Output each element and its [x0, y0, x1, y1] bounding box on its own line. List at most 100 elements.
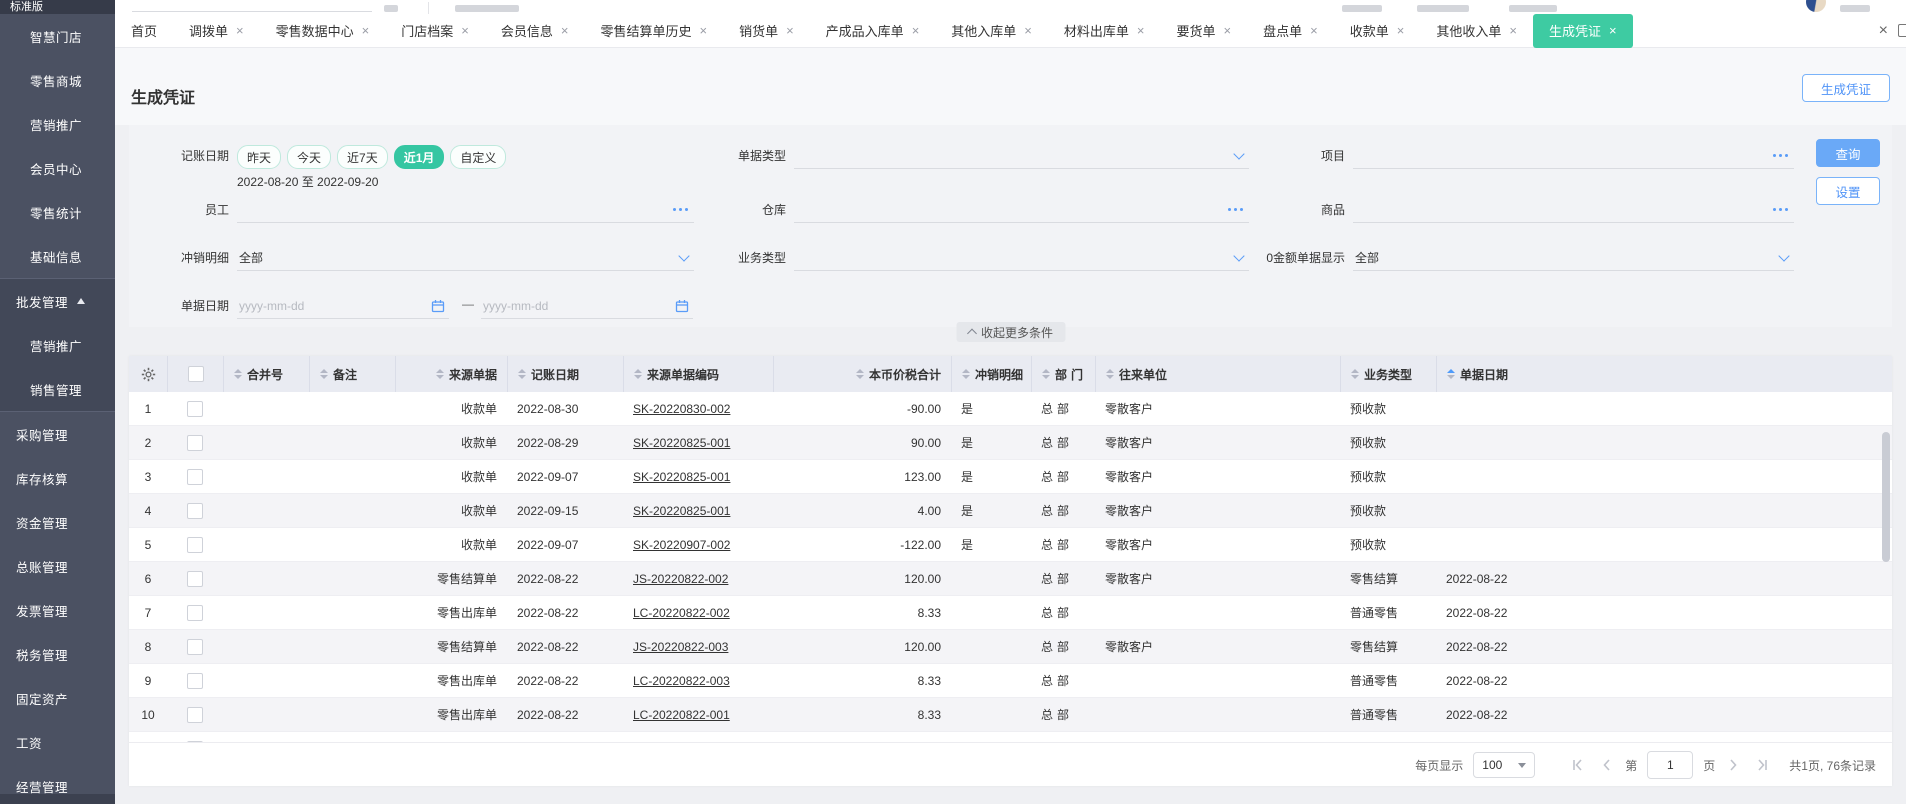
tab-1[interactable]: 调拨单 ×: [173, 14, 260, 48]
row-checkbox[interactable]: [187, 468, 203, 485]
sidebar-item-15[interactable]: 固定资产: [0, 676, 115, 720]
column-header-record_date[interactable]: 记账日期: [507, 356, 623, 392]
sidebar-item-11[interactable]: 资金管理: [0, 500, 115, 544]
source-code-link[interactable]: SK-20220907-002: [633, 538, 730, 552]
table-row-2[interactable]: 2 收款单 2022-08-29 SK-20220825-001 90.00 是 总部 零散客…: [129, 426, 1892, 460]
sort-icon[interactable]: [1351, 369, 1359, 379]
user-avatar[interactable]: [1806, 0, 1826, 12]
column-header-dept[interactable]: 部门: [1031, 356, 1095, 392]
row-checkbox[interactable]: [187, 638, 203, 655]
prev-page-icon[interactable]: [1597, 756, 1615, 774]
project-field[interactable]: [1353, 143, 1794, 169]
first-page-icon[interactable]: [1569, 756, 1587, 774]
tab-13[interactable]: 其他收入单 ×: [1420, 14, 1533, 48]
table-row-9[interactable]: 9 零售出库单 2022-08-22 LC-20220822-003 8.33 总部 普通零…: [129, 664, 1892, 698]
tab-2[interactable]: 零售数据中心 ×: [260, 14, 386, 48]
employee-field[interactable]: [237, 197, 694, 223]
quick-option-4[interactable]: 自定义: [450, 145, 507, 169]
toolbar-message-icon[interactable]: [1342, 5, 1382, 12]
sort-icon[interactable]: [518, 369, 526, 379]
tab-close-icon[interactable]: ×: [1609, 24, 1617, 37]
tab-9[interactable]: 材料出库单 ×: [1048, 14, 1161, 48]
table-row-3[interactable]: 3 收款单 2022-09-07 SK-20220825-001 123.00 是 总部 零散…: [129, 460, 1892, 494]
quick-option-0[interactable]: 昨天: [237, 145, 282, 169]
sidebar-item-6[interactable]: 批发管理: [0, 278, 115, 323]
column-header-source_code[interactable]: 来源单据编码: [623, 356, 773, 392]
column-header-doc_date[interactable]: 单据日期: [1436, 356, 1892, 392]
tab-14[interactable]: 生成凭证 ×: [1532, 13, 1633, 48]
quick-option-2[interactable]: 近7天: [337, 145, 388, 169]
sidebar-item-0[interactable]: 智慧门店: [0, 14, 115, 58]
source-code-link[interactable]: LC-20220822-001: [633, 708, 730, 722]
table-row-1[interactable]: 1 收款单 2022-08-30 SK-20220830-002 -90.00 是 总部 零散…: [129, 392, 1892, 426]
biz-type-select[interactable]: [794, 245, 1249, 271]
sort-icon[interactable]: [855, 369, 864, 379]
tab-6[interactable]: 销货单 ×: [723, 14, 810, 48]
source-code-link[interactable]: SK-20220825-001: [633, 436, 730, 450]
row-checkbox[interactable]: [187, 502, 203, 519]
sort-icon[interactable]: [1447, 369, 1455, 379]
toolbar-menu-fragment[interactable]: [455, 5, 519, 12]
table-row-4[interactable]: 4 收款单 2022-09-15 SK-20220825-001 4.00 是 总部 零散客户…: [129, 494, 1892, 528]
source-code-link[interactable]: LC-20220822-002: [633, 606, 730, 620]
tab-close-icon[interactable]: ×: [461, 24, 469, 37]
doc-date-start-input[interactable]: yyyy-mm-dd: [237, 293, 449, 319]
tab-close-icon[interactable]: ×: [1397, 24, 1405, 37]
sort-icon[interactable]: [962, 369, 970, 379]
sort-icon[interactable]: [1106, 369, 1114, 379]
toolbar-icon[interactable]: [384, 5, 398, 12]
tab-close-icon[interactable]: ×: [1137, 24, 1145, 37]
column-header-partner[interactable]: 往来单位: [1095, 356, 1340, 392]
tab-close-icon[interactable]: ×: [1509, 24, 1517, 37]
doc-date-end-input[interactable]: yyyy-mm-dd: [481, 293, 693, 319]
generate-voucher-button[interactable]: 生成凭证: [1802, 74, 1890, 102]
row-checkbox[interactable]: [187, 672, 203, 689]
column-settings-button[interactable]: [129, 356, 167, 392]
fullscreen-icon[interactable]: [1898, 24, 1906, 37]
table-row-11[interactable]: 11零售结算单2022-08-22JS-20220822-001120.00总部…: [129, 732, 1892, 742]
source-code-link[interactable]: JS-20220822-002: [633, 572, 728, 586]
tab-close-icon[interactable]: ×: [236, 24, 244, 37]
table-row-5[interactable]: 5 收款单 2022-09-07 SK-20220907-002 -122.00 是 总部 零…: [129, 528, 1892, 562]
tab-close-icon[interactable]: ×: [1024, 24, 1032, 37]
source-code-link[interactable]: JS-20220822-003: [633, 640, 728, 654]
column-header-merge_no[interactable]: 合并号: [223, 356, 309, 392]
table-row-10[interactable]: 10 零售出库单 2022-08-22 LC-20220822-001 8.33 总部 普通…: [129, 698, 1892, 732]
sidebar-item-2[interactable]: 营销推广: [0, 102, 115, 146]
tab-4[interactable]: 会员信息 ×: [485, 14, 585, 48]
column-header-writeoff[interactable]: 冲销明细: [951, 356, 1031, 392]
tab-close-icon[interactable]: ×: [1224, 24, 1232, 37]
tab-3[interactable]: 门店档案 ×: [385, 14, 485, 48]
column-header-biz_type[interactable]: 业务类型: [1340, 356, 1436, 392]
source-code-link[interactable]: SK-20220830-002: [633, 402, 730, 416]
tab-11[interactable]: 盘点单 ×: [1247, 14, 1334, 48]
sidebar-item-10[interactable]: 库存核算: [0, 456, 115, 500]
sort-icon[interactable]: [234, 369, 242, 379]
page-number-input[interactable]: 1: [1647, 751, 1694, 779]
source-code-link[interactable]: SK-20220825-001: [633, 470, 730, 484]
quick-option-1[interactable]: 今天: [287, 145, 332, 169]
ellipsis-icon[interactable]: [1773, 208, 1788, 211]
row-checkbox[interactable]: [187, 740, 203, 742]
sort-icon[interactable]: [320, 369, 328, 379]
row-checkbox[interactable]: [187, 400, 203, 417]
tab-5[interactable]: 零售结算单历史 ×: [584, 14, 723, 48]
table-scrollbar[interactable]: [1882, 432, 1890, 562]
sidebar-item-13[interactable]: 发票管理: [0, 588, 115, 632]
sidebar-item-12[interactable]: 总账管理: [0, 544, 115, 588]
source-code-link[interactable]: SK-20220825-001: [633, 504, 730, 518]
doc-type-select[interactable]: [794, 143, 1249, 169]
next-page-icon[interactable]: [1725, 756, 1743, 774]
tab-close-icon[interactable]: ×: [912, 24, 920, 37]
tab-close-icon[interactable]: ×: [699, 24, 707, 37]
table-row-8[interactable]: 8 零售结算单 2022-08-22 JS-20220822-003 120.00 总部 零…: [129, 630, 1892, 664]
tab-10[interactable]: 要货单 ×: [1161, 14, 1248, 48]
last-page-icon[interactable]: [1753, 756, 1771, 774]
column-header-amount[interactable]: 本币价税合计: [773, 356, 951, 392]
settings-button[interactable]: 设置: [1816, 177, 1880, 205]
sidebar-item-8[interactable]: 销售管理: [0, 367, 115, 411]
warehouse-field[interactable]: [794, 197, 1249, 223]
toolbar-contact-icon[interactable]: [1509, 5, 1557, 12]
tab-0[interactable]: 首页: [115, 14, 173, 48]
global-search-input[interactable]: [132, 11, 372, 12]
